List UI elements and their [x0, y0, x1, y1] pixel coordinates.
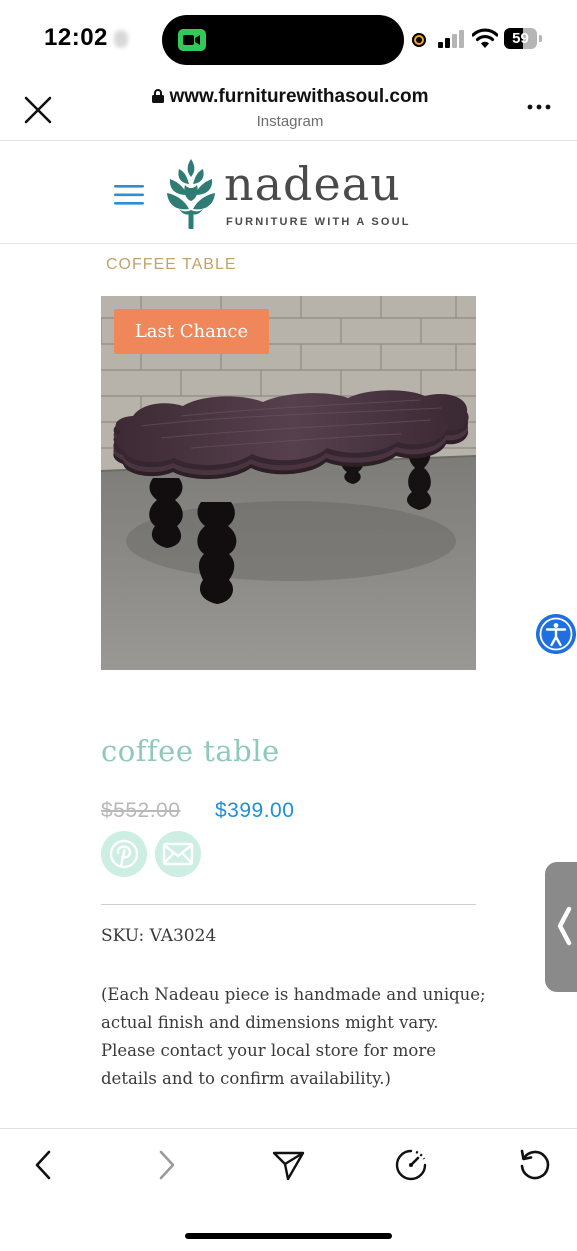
side-drawer-tab[interactable] — [545, 862, 577, 992]
original-price: $552.00 — [101, 799, 181, 822]
section-divider — [101, 904, 476, 905]
accessibility-icon[interactable] — [536, 614, 576, 654]
logo-tagline: FURNITURE WITH A SOUL — [226, 216, 411, 228]
product-title: coffee table — [101, 734, 280, 768]
address-bar[interactable]: www.furniturewithasoul.com Instagram — [140, 86, 440, 130]
more-icon[interactable] — [526, 102, 552, 112]
battery-level: 59 — [512, 30, 529, 47]
mic-in-use-indicator — [412, 33, 426, 47]
cellular-signal-icon — [438, 30, 464, 48]
menu-icon[interactable] — [114, 183, 144, 207]
wifi-icon — [472, 28, 498, 48]
handmade-disclaimer: (Each Nadeau piece is handmade and uniqu… — [101, 985, 486, 1088]
facetime-video-icon — [178, 29, 206, 51]
speed-icon[interactable] — [393, 1147, 429, 1183]
reload-icon[interactable] — [516, 1147, 552, 1183]
status-time: 12:02 — [44, 24, 108, 51]
in-app-browser-header: www.furniturewithasoul.com Instagram — [0, 78, 577, 141]
logo-wordmark[interactable]: nadeau — [224, 157, 401, 211]
chevron-left-icon — [557, 906, 572, 946]
url-text: www.furniturewithasoul.com — [169, 86, 429, 107]
forward-icon[interactable] — [148, 1147, 184, 1183]
blurred-indicator — [114, 30, 128, 48]
status-bar: 12:02 59 — [0, 0, 577, 78]
browser-toolbar — [0, 1128, 577, 1251]
home-indicator[interactable] — [185, 1233, 392, 1239]
artichoke-logo-icon[interactable] — [165, 157, 217, 229]
site-header: nadeau FURNITURE WITH A SOUL — [0, 141, 577, 244]
last-chance-badge: Last Chance — [114, 309, 269, 354]
share-send-icon[interactable] — [270, 1147, 306, 1183]
battery-icon: 59 — [504, 28, 542, 49]
category-breadcrumb[interactable]: COFFEE TABLE — [106, 256, 237, 274]
pinterest-icon[interactable] — [101, 831, 147, 877]
back-icon[interactable] — [26, 1147, 62, 1183]
dynamic-island[interactable] — [162, 15, 404, 65]
close-icon[interactable] — [22, 94, 54, 126]
source-app-label: Instagram — [256, 113, 324, 130]
sale-price: $399.00 — [215, 799, 295, 822]
email-icon[interactable] — [155, 831, 201, 877]
lock-icon — [151, 89, 164, 103]
product-sku: SKU: VA3024 — [101, 926, 217, 946]
